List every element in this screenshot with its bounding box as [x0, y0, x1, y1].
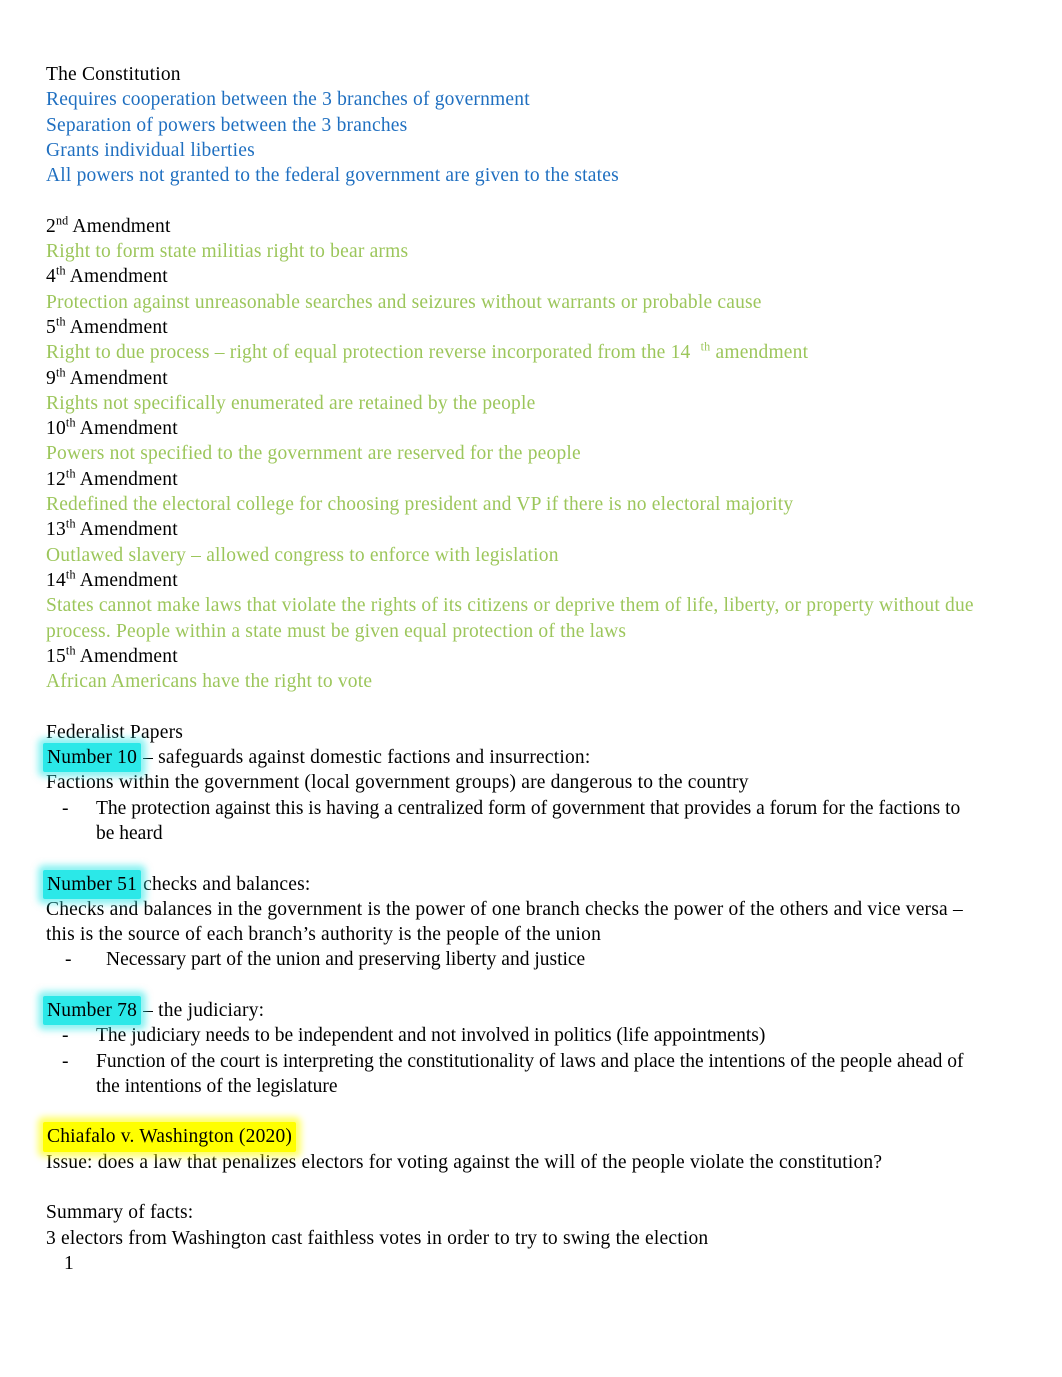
federalist-10-label: Number 10 — [47, 747, 138, 769]
federalist-paper-51-title: Number 51 checks and balances: — [42, 869, 1002, 900]
amendment-desc-5th-superscript: th — [700, 339, 711, 354]
spacer-after-federalist-51 — [46, 973, 1002, 998]
amendment-desc-5th-part1: Right to due process – right of equal pr… — [46, 342, 691, 364]
amendment-ordinal-9: th — [55, 365, 66, 380]
amendment-desc-9th: Rights not specifically enumerated are r… — [46, 392, 536, 414]
federalist-paper-10-body: Factions within the government (local go… — [46, 772, 749, 794]
amendment-heading-13th: 13th Amendment — [46, 517, 1002, 542]
bullet-marker-icon: - — [62, 1025, 69, 1047]
superscript-gap — [690, 342, 700, 363]
page-number: 1 — [64, 1252, 74, 1274]
amendment-ordinal-10: th — [65, 415, 76, 430]
amendment-number-13: 13 — [46, 519, 66, 541]
amendment-label-4: Amendment — [69, 266, 168, 288]
amendment-desc-2nd: Right to form state militias right to be… — [46, 241, 409, 263]
federalist-51-label: Number 51 — [47, 873, 138, 895]
federalist-51-title-rest: checks and balances: — [138, 873, 311, 895]
amendment-heading-10th: 10th Amendment — [46, 416, 1002, 441]
amendment-label-9: Amendment — [69, 367, 168, 389]
spacer-after-constitution — [46, 188, 1002, 213]
case-issue: Issue: does a law that penalizes elector… — [46, 1151, 883, 1173]
amendment-number-9: 9 — [46, 367, 56, 389]
amendment-number-4: 4 — [46, 266, 56, 288]
amendment-heading-5th: 5th Amendment — [46, 315, 1002, 340]
federalist-paper-10-title: Number 10 – safeguards against domestic … — [42, 742, 1002, 773]
spacer-after-federalist-78 — [46, 1099, 1002, 1124]
federalist-78-label: Number 78 — [47, 999, 138, 1021]
case-summary-body: 3 electors from Washington cast faithles… — [46, 1227, 709, 1249]
amendment-desc-12th: Redefined the electoral college for choo… — [46, 494, 794, 516]
federalist-paper-78-title: Number 78 – the judiciary: — [42, 995, 1002, 1026]
amendment-ordinal-2: nd — [55, 213, 69, 228]
bullet-marker-icon: - — [62, 797, 69, 819]
amendment-ordinal-4: th — [55, 263, 66, 278]
amendment-desc-14th: States cannot make laws that violate the… — [46, 595, 979, 642]
case-title-line: Chiafalo v. Washington (2020) — [42, 1122, 1002, 1153]
list-item: - The judiciary needs to be independent … — [46, 1023, 1002, 1048]
federalist-78-bullet-2: Function of the court is interpreting th… — [96, 1050, 964, 1097]
constitution-point-4: All powers not granted to the federal go… — [46, 165, 619, 187]
amendment-desc-5th-part2: amendment — [710, 342, 809, 364]
amendment-number-14: 14 — [46, 569, 66, 591]
amendment-desc-10th: Powers not specified to the government a… — [46, 443, 581, 465]
amendment-label-14: Amendment — [79, 569, 178, 591]
list-item: - Function of the court is interpreting … — [46, 1049, 1002, 1100]
amendment-ordinal-15: th — [65, 643, 76, 658]
spacer-after-federalist-10 — [46, 846, 1002, 871]
amendment-desc-15th: African Americans have the right to vote — [46, 671, 373, 693]
amendment-ordinal-12: th — [65, 466, 76, 481]
federalist-51-bullet-1: Necessary part of the union and preservi… — [106, 949, 586, 971]
amendment-ordinal-5: th — [55, 314, 66, 329]
amendment-heading-4th: 4th Amendment — [46, 264, 1002, 289]
amendment-label-10: Amendment — [79, 418, 178, 440]
federalist-10-highlight: Number 10 — [42, 742, 142, 773]
amendment-ordinal-14: th — [65, 567, 76, 582]
amendment-label-13: Amendment — [79, 519, 178, 541]
spacer-after-amendments — [46, 694, 1002, 719]
amendment-heading-2nd: 2nd Amendment — [46, 214, 1002, 239]
amendment-label-12: Amendment — [79, 468, 178, 490]
federalist-51-highlight: Number 51 — [42, 869, 142, 900]
amendment-heading-15th: 15th Amendment — [46, 644, 1002, 669]
amendment-number-2: 2 — [46, 215, 56, 237]
amendment-heading-14th: 14th Amendment — [46, 568, 1002, 593]
amendment-desc-5th: Right to due process – right of equal pr… — [46, 340, 1002, 365]
federalist-heading: Federalist Papers — [46, 721, 184, 743]
amendment-heading-9th: 9th Amendment — [46, 366, 1002, 391]
federalist-10-bullet-1: The protection against this is having a … — [96, 797, 961, 844]
amendment-ordinal-13: th — [65, 516, 76, 531]
amendment-label-5: Amendment — [69, 316, 168, 338]
amendment-number-10: 10 — [46, 418, 66, 440]
amendment-label-15: Amendment — [79, 645, 178, 667]
federalist-78-title-rest: – the judiciary: — [138, 999, 265, 1021]
document-page: The Constitution Requires cooperation be… — [0, 0, 1062, 1377]
bullet-marker-icon: - — [62, 1050, 69, 1072]
federalist-78-highlight: Number 78 — [42, 995, 142, 1026]
spacer-after-case-issue — [46, 1175, 1002, 1200]
bullet-marker-icon: - — [65, 949, 72, 971]
amendment-number-15: 15 — [46, 645, 66, 667]
amendment-desc-13th: Outlawed slavery – allowed congress to e… — [46, 544, 559, 566]
amendment-label-2: Amendment — [72, 215, 171, 237]
constitution-point-1: Requires cooperation between the 3 branc… — [46, 89, 530, 111]
constitution-heading: The Constitution — [46, 64, 181, 85]
federalist-paper-51-body: Checks and balances in the government is… — [46, 898, 968, 946]
amendment-heading-12th: 12th Amendment — [46, 467, 1002, 492]
case-title: Chiafalo v. Washington (2020) — [47, 1126, 293, 1148]
amendment-desc-4th: Protection against unreasonable searches… — [46, 291, 762, 313]
case-summary-heading: Summary of facts: — [46, 1202, 194, 1224]
list-item: - Necessary part of the union and preser… — [46, 947, 1002, 972]
amendment-number-5: 5 — [46, 316, 56, 338]
list-item: - The protection against this is having … — [46, 796, 1002, 847]
federalist-10-title-rest: – safeguards against domestic factions a… — [138, 747, 591, 769]
amendment-number-12: 12 — [46, 468, 66, 490]
case-title-highlight: Chiafalo v. Washington (2020) — [42, 1122, 297, 1153]
constitution-point-2: Separation of powers between the 3 branc… — [46, 114, 408, 136]
constitution-point-3: Grants individual liberties — [46, 139, 255, 161]
federalist-78-bullet-1: The judiciary needs to be independent an… — [96, 1025, 766, 1047]
